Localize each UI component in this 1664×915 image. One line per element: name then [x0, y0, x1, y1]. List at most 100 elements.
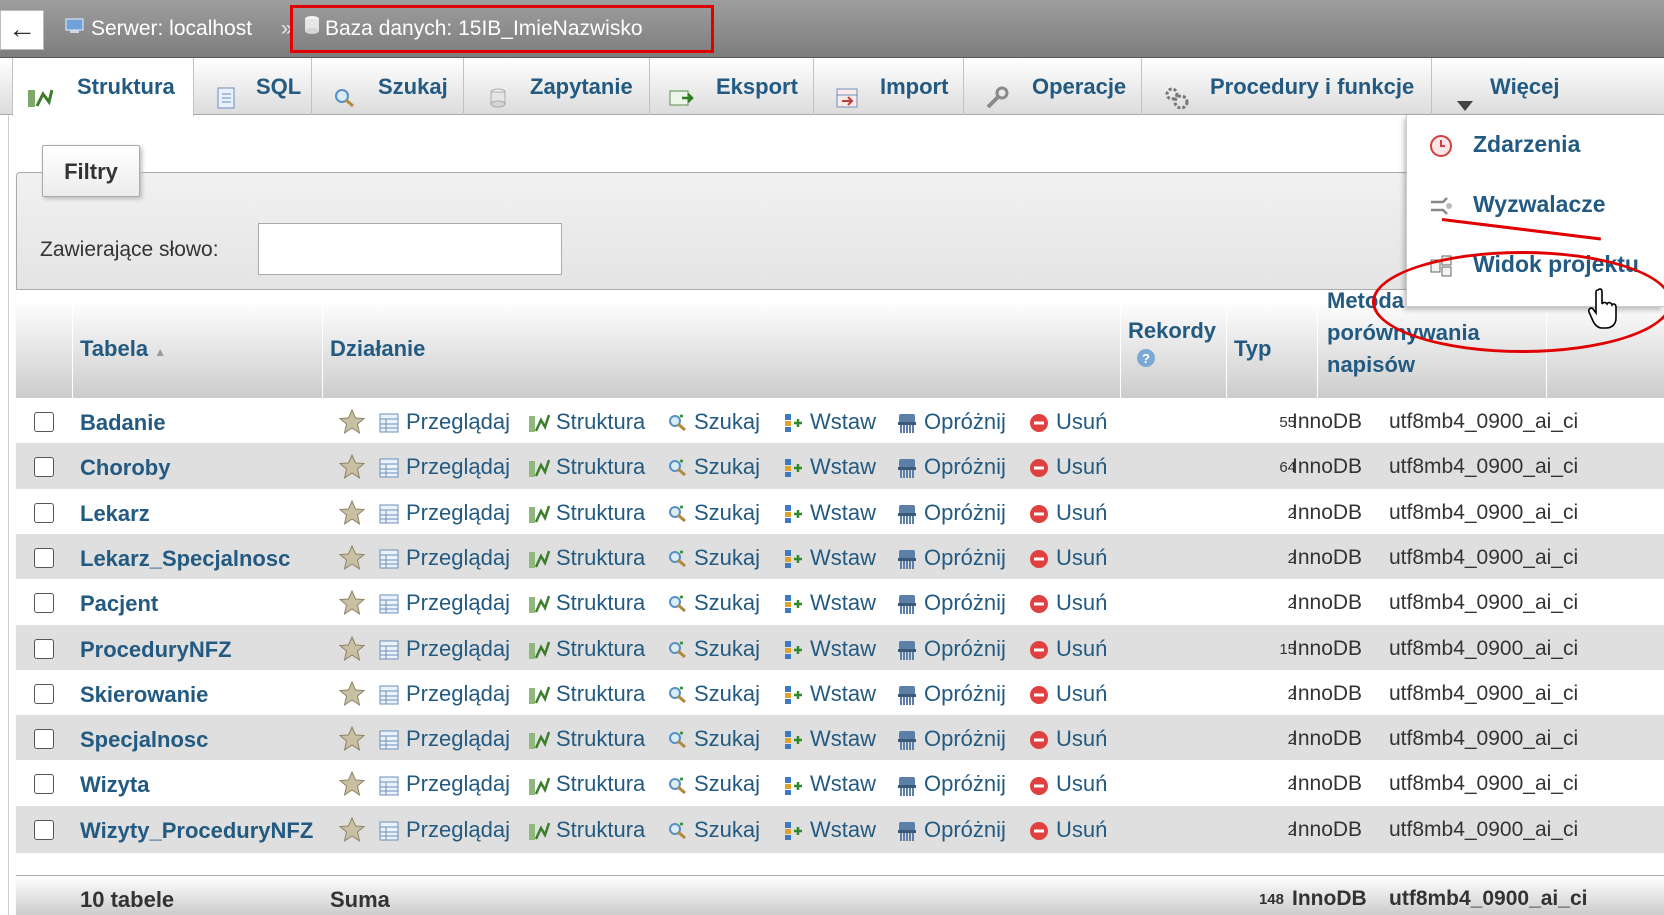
favorite-star-icon[interactable] — [338, 589, 366, 617]
action-search-link[interactable]: Szukaj — [666, 770, 760, 798]
favorite-star-icon[interactable] — [338, 725, 366, 753]
action-structure-link[interactable]: Struktura — [528, 635, 645, 663]
table-name-link[interactable]: Choroby — [80, 455, 170, 481]
favorite-star-icon[interactable] — [338, 635, 366, 663]
col-header-table[interactable]: Tabela ▲ — [80, 336, 166, 362]
action-insert-link[interactable]: Wstaw — [782, 544, 876, 572]
row-checkbox[interactable] — [34, 638, 54, 659]
action-empty-link[interactable]: Opróżnij — [896, 499, 1006, 527]
action-empty-link[interactable]: Opróżnij — [896, 635, 1006, 663]
tab-procedury[interactable]: Procedury i funkcje — [1142, 58, 1432, 115]
action-insert-link[interactable]: Wstaw — [782, 816, 876, 844]
action-browse-link[interactable]: Przeglądaj — [378, 453, 510, 481]
action-structure-link[interactable]: Struktura — [528, 408, 645, 436]
favorite-star-icon[interactable] — [338, 453, 366, 481]
table-name-link[interactable]: Wizyty_ProceduryNFZ — [80, 818, 313, 844]
filter-input[interactable] — [258, 223, 562, 275]
row-checkbox[interactable] — [34, 412, 54, 432]
favorite-star-icon[interactable] — [338, 499, 366, 527]
row-checkbox[interactable] — [34, 683, 54, 704]
action-insert-link[interactable]: Wstaw — [782, 408, 876, 436]
favorite-star-icon[interactable] — [338, 680, 366, 708]
action-drop-link[interactable]: Usuń — [1028, 499, 1107, 527]
action-search-link[interactable]: Szukaj — [666, 816, 760, 844]
table-name-link[interactable]: Badanie — [80, 410, 166, 436]
action-browse-link[interactable]: Przeglądaj — [378, 635, 510, 663]
menu-item-widok-projektu[interactable]: Widok projektu — [1407, 235, 1664, 295]
action-search-link[interactable]: Szukaj — [666, 408, 760, 436]
col-header-records[interactable]: Rekordy — [1128, 318, 1216, 344]
col-header-type[interactable]: Typ — [1234, 336, 1271, 362]
action-insert-link[interactable]: Wstaw — [782, 589, 876, 617]
action-drop-link[interactable]: Usuń — [1028, 725, 1107, 753]
action-search-link[interactable]: Szukaj — [666, 499, 760, 527]
action-structure-link[interactable]: Struktura — [528, 725, 645, 753]
action-structure-link[interactable]: Struktura — [528, 499, 645, 527]
action-search-link[interactable]: Szukaj — [666, 453, 760, 481]
row-checkbox[interactable] — [34, 593, 54, 614]
action-drop-link[interactable]: Usuń — [1028, 589, 1107, 617]
action-empty-link[interactable]: Opróżnij — [896, 725, 1006, 753]
favorite-star-icon[interactable] — [338, 816, 366, 844]
table-name-link[interactable]: Skierowanie — [80, 682, 208, 708]
help-icon[interactable]: ? — [1136, 348, 1156, 374]
action-drop-link[interactable]: Usuń — [1028, 680, 1107, 708]
action-drop-link[interactable]: Usuń — [1028, 544, 1107, 572]
action-search-link[interactable]: Szukaj — [666, 725, 760, 753]
row-checkbox[interactable] — [34, 774, 54, 795]
tab-szukaj[interactable]: Szukaj — [312, 58, 464, 115]
action-insert-link[interactable]: Wstaw — [782, 725, 876, 753]
row-checkbox[interactable] — [34, 819, 54, 840]
action-insert-link[interactable]: Wstaw — [782, 499, 876, 527]
action-structure-link[interactable]: Struktura — [528, 816, 645, 844]
table-name-link[interactable]: Pacjent — [80, 591, 158, 617]
breadcrumb-server[interactable]: Serwer: localhost — [64, 14, 252, 44]
action-drop-link[interactable]: Usuń — [1028, 770, 1107, 798]
breadcrumb-database[interactable]: Baza danych: 15IB_ImieNazwisko — [304, 14, 643, 44]
table-name-link[interactable]: Wizyta — [80, 772, 149, 798]
tab-eksport[interactable]: Eksport — [650, 58, 814, 115]
action-drop-link[interactable]: Usuń — [1028, 453, 1107, 481]
action-drop-link[interactable]: Usuń — [1028, 816, 1107, 844]
action-search-link[interactable]: Szukaj — [666, 589, 760, 617]
action-structure-link[interactable]: Struktura — [528, 589, 645, 617]
action-insert-link[interactable]: Wstaw — [782, 770, 876, 798]
action-empty-link[interactable]: Opróżnij — [896, 680, 1006, 708]
row-checkbox[interactable] — [34, 502, 54, 523]
action-browse-link[interactable]: Przeglądaj — [378, 408, 510, 436]
table-name-link[interactable]: Lekarz — [80, 501, 150, 527]
favorite-star-icon[interactable] — [338, 770, 366, 798]
action-empty-link[interactable]: Opróżnij — [896, 589, 1006, 617]
action-browse-link[interactable]: Przeglądaj — [378, 816, 510, 844]
menu-item-zdarzenia[interactable]: Zdarzenia — [1407, 115, 1664, 175]
menu-item-wyzwalacze[interactable]: Wyzwalacze — [1407, 175, 1664, 235]
action-structure-link[interactable]: Struktura — [528, 680, 645, 708]
tab-zapytanie[interactable]: Zapytanie — [464, 58, 650, 115]
row-checkbox[interactable] — [34, 729, 54, 750]
tab-wiecej[interactable]: Więcej — [1432, 58, 1664, 115]
action-search-link[interactable]: Szukaj — [666, 544, 760, 572]
back-arrow-icon[interactable]: ← — [0, 10, 44, 50]
action-search-link[interactable]: Szukaj — [666, 635, 760, 663]
table-name-link[interactable]: Specjalnosc — [80, 727, 208, 753]
action-browse-link[interactable]: Przeglądaj — [378, 544, 510, 572]
action-drop-link[interactable]: Usuń — [1028, 635, 1107, 663]
action-structure-link[interactable]: Struktura — [528, 544, 645, 572]
favorite-star-icon[interactable] — [338, 408, 366, 436]
action-drop-link[interactable]: Usuń — [1028, 408, 1107, 436]
row-checkbox[interactable] — [34, 457, 54, 478]
action-browse-link[interactable]: Przeglądaj — [378, 589, 510, 617]
action-empty-link[interactable]: Opróżnij — [896, 408, 1006, 436]
table-name-link[interactable]: ProceduryNFZ — [80, 637, 232, 663]
action-insert-link[interactable]: Wstaw — [782, 680, 876, 708]
action-empty-link[interactable]: Opróżnij — [896, 816, 1006, 844]
action-browse-link[interactable]: Przeglądaj — [378, 725, 510, 753]
action-browse-link[interactable]: Przeglądaj — [378, 499, 510, 527]
action-browse-link[interactable]: Przeglądaj — [378, 770, 510, 798]
action-empty-link[interactable]: Opróżnij — [896, 770, 1006, 798]
action-browse-link[interactable]: Przeglądaj — [378, 680, 510, 708]
action-insert-link[interactable]: Wstaw — [782, 635, 876, 663]
action-structure-link[interactable]: Struktura — [528, 770, 645, 798]
tab-operacje[interactable]: Operacje — [964, 58, 1142, 115]
tab-struktura[interactable]: Struktura — [12, 58, 194, 116]
